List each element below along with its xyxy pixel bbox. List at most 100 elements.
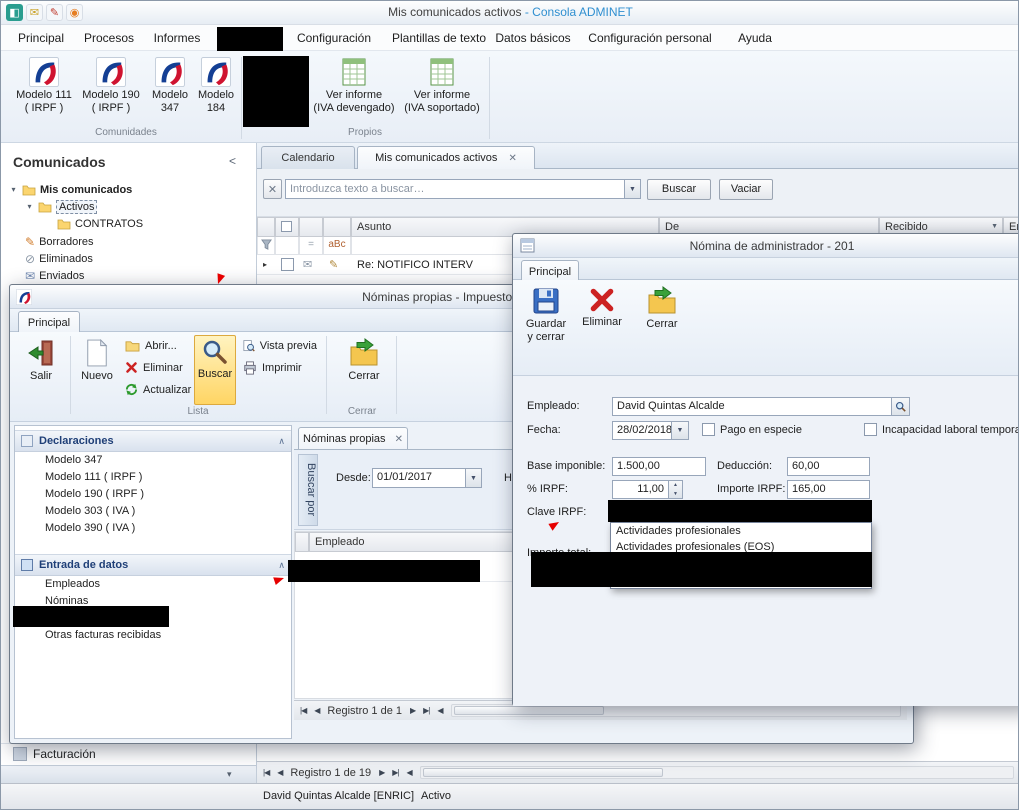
menu-datos-basicos[interactable]: Datos básicos — [493, 25, 573, 51]
filter-dropdown-icon[interactable]: ▼ — [991, 223, 998, 230]
guardar-y-cerrar-button[interactable]: Guardar y cerrar — [519, 284, 573, 364]
clave-irpf-dropdown-icon[interactable]: ▼ — [853, 503, 870, 522]
win3-titlebar[interactable]: Nómina de administrador - 201 — [513, 234, 1019, 258]
scroll-left-button[interactable]: ◀ — [437, 706, 442, 715]
nav-group-declaraciones[interactable]: Declaraciones ∧ — [15, 430, 291, 452]
expand-icon[interactable]: ▾ — [9, 185, 18, 194]
chevron-up-icon[interactable]: ∧ — [278, 436, 285, 447]
search-input[interactable] — [285, 179, 625, 199]
tree-item-borradores[interactable]: ✎ Borradores — [25, 233, 253, 250]
row-checkbox[interactable] — [281, 258, 294, 271]
horizontal-scrollbar[interactable] — [420, 766, 1014, 779]
imprimir-button[interactable]: Imprimir — [240, 360, 320, 376]
salir-button[interactable]: Salir — [16, 336, 66, 404]
filter-funnel-cell[interactable] — [257, 237, 275, 255]
empleado-field[interactable]: David Quintas Alcalde — [612, 397, 892, 416]
menu-impuestos[interactable]: Impuestos — [219, 25, 281, 51]
filter-abc-cell[interactable]: aBc — [323, 237, 351, 255]
next-record-button[interactable]: ▶ — [379, 768, 384, 777]
scrollbar-thumb[interactable] — [454, 706, 604, 715]
tab-mis-comunicados-activos[interactable]: Mis comunicados activos ✕ — [357, 146, 535, 169]
prev-record-button[interactable]: ◀ — [277, 768, 282, 777]
grid-header-icon2[interactable] — [323, 217, 351, 237]
grid-header-checkbox[interactable] — [275, 217, 299, 237]
ribbon-modelo-347-button[interactable]: Modelo 347 — [147, 55, 193, 125]
main-titlebar[interactable]: ◧ ✉ ✎ ◉ Mis comunicados activos - Consol… — [1, 1, 1019, 25]
nav-group-entrada-de-datos[interactable]: Entrada de datos ∧ — [15, 554, 291, 576]
tree-item-activos[interactable]: ▾ Activos — [25, 198, 253, 215]
first-record-button[interactable]: |◀ — [263, 768, 269, 777]
scroll-left-button[interactable]: ◀ — [407, 768, 412, 777]
dropdown-option-cuenta-ajena[interactable]: Cuenta ajena — [611, 555, 871, 571]
menu-configuracion[interactable]: Configuración — [291, 25, 377, 51]
menu-plantillas[interactable]: Plantillas de texto — [389, 25, 489, 51]
tab-close-icon[interactable]: ✕ — [395, 434, 403, 445]
checkbox-icon[interactable] — [281, 221, 292, 232]
menu-procesos[interactable]: Procesos — [81, 25, 137, 51]
menu-informes[interactable]: Informes — [149, 25, 205, 51]
sidebar-item-facturacion[interactable]: Facturación — [1, 743, 256, 764]
tab-calendario[interactable]: Calendario — [261, 146, 355, 169]
nav-item-modelo-190[interactable]: Modelo 190 ( IRPF ) — [15, 486, 291, 503]
date-dropdown-icon[interactable]: ▼ — [466, 468, 482, 488]
eliminar-button-win3[interactable]: Eliminar — [577, 284, 627, 364]
expand-icon[interactable]: ▾ — [25, 202, 34, 211]
ribbon-impuestos-propios-button[interactable]: Impuestos propios — [245, 55, 307, 125]
desde-date-field[interactable]: 01/01/2017 — [372, 468, 466, 488]
ribbon-modelo-190-button[interactable]: Modelo 190 ( IRPF ) — [80, 55, 142, 125]
buscar-button[interactable]: Buscar — [647, 179, 711, 200]
next-record-button[interactable]: ▶ — [410, 706, 415, 715]
chevron-up-icon[interactable]: ∧ — [278, 560, 285, 571]
vaciar-button[interactable]: Vaciar — [719, 179, 773, 200]
pago-en-especie-checkbox[interactable] — [702, 423, 715, 436]
irpf-pct-field[interactable]: 11,00 — [612, 480, 669, 499]
base-imponible-field[interactable]: 1.500,00 — [612, 457, 706, 476]
grid-header-icon1[interactable] — [299, 217, 323, 237]
ribbon-modelo-184-button[interactable]: Modelo 184 — [194, 55, 238, 125]
menu-principal[interactable]: Principal — [13, 25, 69, 51]
first-record-button[interactable]: |◀ — [300, 706, 306, 715]
nav-item-otras-facturas-emitidas[interactable]: Otras facturas emitidas — [15, 610, 291, 627]
menu-ayuda[interactable]: Ayuda — [733, 25, 777, 51]
actualizar-button[interactable]: Actualizar — [122, 382, 196, 397]
nav-item-nominas[interactable]: Nóminas — [15, 593, 291, 610]
dropdown-option-cuenta-ajena-incapacidad[interactable]: Cuenta ajena ( incapacidad laboral ) — [611, 571, 871, 587]
ribbon-ver-informe-soportado-button[interactable]: Ver informe (IVA soportado) — [399, 55, 485, 125]
prev-record-button[interactable]: ◀ — [314, 706, 319, 715]
nav-item-modelo-111[interactable]: Modelo 111 ( IRPF ) — [15, 469, 291, 486]
buscar-button-win2[interactable]: Buscar — [194, 335, 236, 405]
menu-config-personal[interactable]: Configuración personal — [587, 25, 713, 51]
nav-item-modelo-390[interactable]: Modelo 390 ( IVA ) — [15, 520, 291, 537]
abrir-button[interactable]: Abrir... — [122, 338, 196, 353]
cerrar-button-win3[interactable]: Cerrar — [637, 284, 687, 364]
clear-search-icon[interactable]: ✕ — [263, 179, 282, 199]
fecha-dropdown-icon[interactable]: ▼ — [672, 421, 689, 440]
nav-item-otras-facturas-recibidas[interactable]: Otras facturas recibidas — [15, 627, 291, 644]
last-record-button[interactable]: ▶| — [392, 768, 398, 777]
nav-item-modelo-303[interactable]: Modelo 303 ( IVA ) — [15, 503, 291, 520]
incapacidad-checkbox[interactable] — [864, 423, 877, 436]
win2-tab-principal[interactable]: Principal — [18, 311, 80, 332]
dropdown-option-actividades-profesionales[interactable]: Actividades profesionales — [611, 523, 871, 539]
nav-item-modelo-347[interactable]: Modelo 347 — [15, 452, 291, 469]
sidebar-collapse-strip[interactable]: ▾ — [1, 765, 256, 783]
cerrar-button-win2[interactable]: Cerrar — [340, 336, 388, 404]
importe-irpf-field[interactable]: 165,00 — [787, 480, 870, 499]
fecha-field[interactable]: 28/02/2018 — [612, 421, 672, 440]
empleado-lookup-icon[interactable] — [892, 397, 910, 416]
tree-item-contratos[interactable]: CONTRATOS — [57, 215, 253, 232]
win2-tab-nominas-propias[interactable]: Nóminas propias ✕ — [298, 427, 408, 449]
tree-item-eliminados[interactable]: ⊘ Eliminados — [25, 250, 253, 267]
filter-cell[interactable] — [275, 237, 299, 255]
tree-item-enviados[interactable]: ✉ Enviados — [25, 267, 253, 284]
chevron-down-icon[interactable]: ▾ — [227, 769, 232, 780]
nuevo-button[interactable]: Nuevo — [74, 336, 120, 404]
win3-tab-principal[interactable]: Principal — [521, 260, 579, 280]
ribbon-modelo-111-button[interactable]: Modelo 111 ( IRPF ) — [13, 55, 75, 125]
deduccion-field[interactable]: 60,00 — [787, 457, 870, 476]
scrollbar-thumb[interactable] — [423, 768, 663, 777]
dropdown-option-actividades-profesionales-eos[interactable]: Actividades profesionales (EOS) — [611, 539, 871, 555]
vista-previa-button[interactable]: Vista previa — [240, 338, 320, 354]
nav-item-empleados[interactable]: Empleados — [15, 576, 291, 593]
tree-item-mis-comunicados[interactable]: ▾ Mis comunicados — [9, 181, 253, 198]
